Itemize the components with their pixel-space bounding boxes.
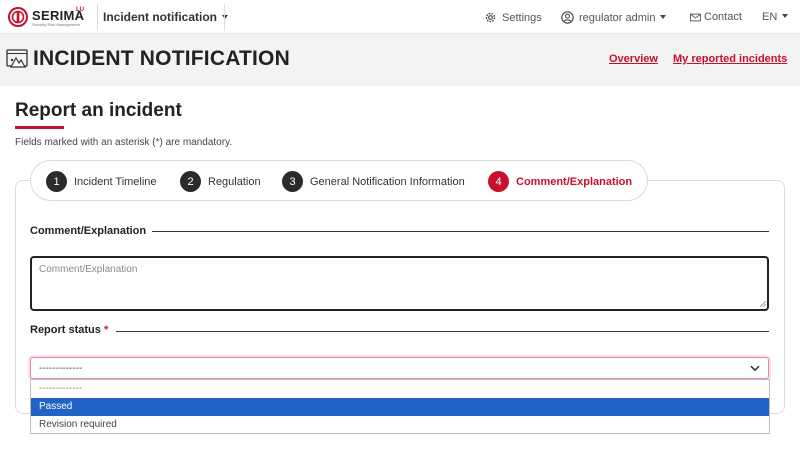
module-header: INCIDENT NOTIFICATION Overview My report…	[0, 34, 800, 86]
user-menu[interactable]: regulator admin	[561, 11, 667, 24]
step-number: 3	[282, 171, 303, 192]
section-divider	[116, 331, 769, 332]
step-incident-timeline[interactable]: 1 Incident Timeline	[46, 171, 157, 192]
envelope-icon	[690, 13, 701, 21]
gear-icon	[485, 12, 496, 23]
language-label: EN	[762, 11, 778, 23]
resize-handle-icon[interactable]	[759, 300, 767, 308]
report-status-title: Report status *	[30, 324, 108, 336]
report-status-options: ------------- Passed Revision required	[30, 379, 770, 434]
step-label: General Notification Information	[310, 175, 465, 188]
serima-logo-icon	[8, 7, 28, 27]
user-circle-icon	[561, 11, 574, 24]
module-dropdown[interactable]: Incident notification	[103, 10, 228, 24]
step-label: Regulation	[208, 175, 261, 188]
brand-tagline: Security Risk Management	[32, 22, 80, 27]
settings-label: Settings	[502, 11, 542, 24]
step-label: Comment/Explanation	[516, 175, 633, 188]
section-divider	[152, 231, 769, 232]
brand-superscript: LU	[76, 7, 84, 13]
step-general-notification-information[interactable]: 3 General Notification Information	[282, 171, 465, 192]
step-number: 4	[488, 171, 509, 192]
user-name: regulator admin	[579, 11, 656, 24]
contact-link[interactable]: Contact	[690, 11, 742, 23]
step-regulation[interactable]: 2 Regulation	[180, 171, 261, 192]
step-number: 2	[180, 171, 201, 192]
step-comment-explanation[interactable]: 4 Comment/Explanation	[488, 171, 632, 192]
step-label: Incident Timeline	[74, 175, 157, 188]
my-reported-incidents-link[interactable]: My reported incidents	[673, 53, 787, 65]
navbar-divider	[97, 4, 98, 31]
status-option-passed[interactable]: Passed	[31, 398, 769, 416]
navbar-divider	[224, 4, 225, 31]
language-dropdown[interactable]: EN	[762, 11, 789, 23]
caret-down-icon	[782, 14, 789, 18]
brand-logo[interactable]: SERIMA LU Security Risk Management	[8, 7, 96, 29]
settings-link[interactable]: Settings	[484, 11, 542, 24]
contact-label: Contact	[704, 11, 742, 23]
report-status-label: Report status	[30, 324, 101, 336]
incident-report-icon	[6, 49, 28, 68]
step-number: 1	[46, 171, 67, 192]
caret-down-icon	[222, 14, 228, 19]
report-status-select[interactable]: -------------	[30, 357, 769, 379]
title-underline	[15, 126, 64, 129]
mandatory-note: Fields marked with an asterisk (*) are m…	[15, 137, 233, 148]
report-status-selected-value: -------------	[39, 363, 83, 374]
status-option-empty[interactable]: -------------	[31, 380, 769, 398]
caret-down-icon	[660, 14, 667, 19]
status-option-revision-required[interactable]: Revision required	[31, 416, 769, 434]
comment-section-title: Comment/Explanation	[30, 225, 147, 237]
overview-link[interactable]: Overview	[609, 53, 658, 65]
module-title: INCIDENT NOTIFICATION	[33, 47, 290, 70]
chevron-down-icon	[750, 365, 760, 372]
required-asterisk: *	[103, 324, 109, 336]
wizard-stepper: 1 Incident Timeline 2 Regulation 3 Gener…	[30, 160, 648, 201]
comment-textarea[interactable]	[30, 256, 769, 311]
top-navbar: SERIMA LU Security Risk Management Incid…	[0, 0, 800, 34]
page-title: Report an incident	[15, 100, 182, 121]
module-dropdown-label: Incident notification	[103, 10, 217, 24]
